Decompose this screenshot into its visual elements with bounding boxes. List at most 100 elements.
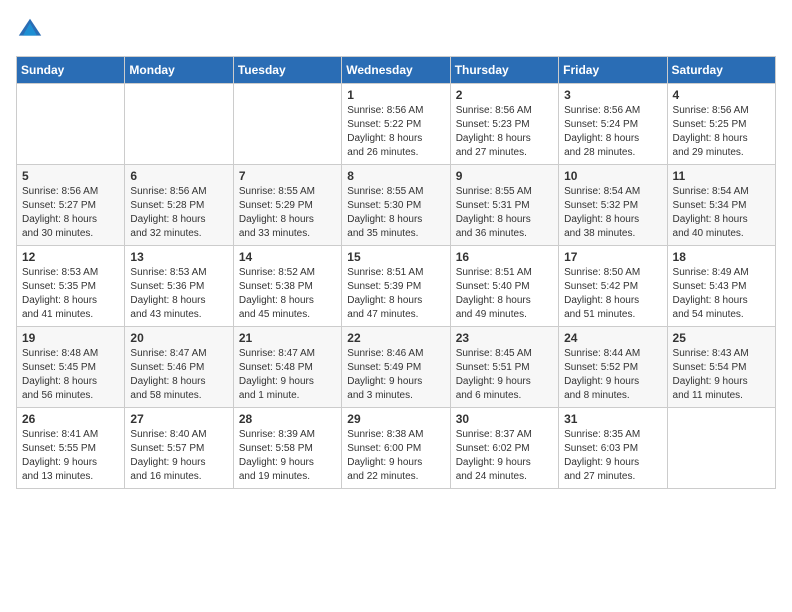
day-cell: 21Sunrise: 8:47 AM Sunset: 5:48 PM Dayli… bbox=[233, 327, 341, 408]
day-info: Sunrise: 8:47 AM Sunset: 5:48 PM Dayligh… bbox=[239, 347, 336, 403]
day-number: 4 bbox=[673, 88, 770, 102]
day-cell: 4 Sunrise: 8:56 AM Sunset: 5:25 PM Daylig… bbox=[667, 84, 775, 165]
day-number: 30 bbox=[456, 412, 553, 426]
day-info: Sunrise: 8:54 AM Sunset: 5:34 PM Dayligh… bbox=[673, 185, 770, 241]
day-info: Sunrise: 8:39 AM Sunset: 5:58 PM Dayligh… bbox=[239, 428, 336, 484]
day-info: Sunrise: 8:56 AM Sunset: 5:23 PM Dayligh… bbox=[456, 104, 553, 160]
day-cell: 6 Sunrise: 8:56 AM Sunset: 5:28 PM Daylig… bbox=[125, 165, 233, 246]
day-cell: 31 Sunrise: 8:35 AM Sunset: 6:03 PM Dayli… bbox=[559, 408, 667, 489]
day-cell bbox=[233, 84, 341, 165]
day-number: 23 bbox=[456, 331, 553, 345]
day-cell: 10 Sunrise: 8:54 AM Sunset: 5:32 PM Dayli… bbox=[559, 165, 667, 246]
day-number: 17 bbox=[564, 250, 661, 264]
day-cell: 7 Sunrise: 8:55 AM Sunset: 5:29 PM Daylig… bbox=[233, 165, 341, 246]
weekday-friday: Friday bbox=[559, 57, 667, 84]
weekday-tuesday: Tuesday bbox=[233, 57, 341, 84]
week-row-4: 19Sunrise: 8:48 AM Sunset: 5:45 PM Dayli… bbox=[17, 327, 776, 408]
day-number: 9 bbox=[456, 169, 553, 183]
day-number: 2 bbox=[456, 88, 553, 102]
day-number: 20 bbox=[130, 331, 227, 345]
day-info: Sunrise: 8:51 AM Sunset: 5:39 PM Dayligh… bbox=[347, 266, 444, 322]
day-info: Sunrise: 8:53 AM Sunset: 5:35 PM Dayligh… bbox=[22, 266, 119, 322]
day-info: Sunrise: 8:43 AM Sunset: 5:54 PM Dayligh… bbox=[673, 347, 770, 403]
day-info: Sunrise: 8:54 AM Sunset: 5:32 PM Dayligh… bbox=[564, 185, 661, 241]
day-number: 22 bbox=[347, 331, 444, 345]
weekday-monday: Monday bbox=[125, 57, 233, 84]
day-number: 12 bbox=[22, 250, 119, 264]
day-info: Sunrise: 8:55 AM Sunset: 5:29 PM Dayligh… bbox=[239, 185, 336, 241]
day-cell: 19Sunrise: 8:48 AM Sunset: 5:45 PM Dayli… bbox=[17, 327, 125, 408]
day-cell: 14 Sunrise: 8:52 AM Sunset: 5:38 PM Dayli… bbox=[233, 246, 341, 327]
day-number: 14 bbox=[239, 250, 336, 264]
logo-icon bbox=[16, 16, 44, 44]
day-cell: 9Sunrise: 8:55 AM Sunset: 5:31 PM Daylig… bbox=[450, 165, 558, 246]
day-number: 31 bbox=[564, 412, 661, 426]
day-number: 28 bbox=[239, 412, 336, 426]
day-info: Sunrise: 8:52 AM Sunset: 5:38 PM Dayligh… bbox=[239, 266, 336, 322]
day-info: Sunrise: 8:48 AM Sunset: 5:45 PM Dayligh… bbox=[22, 347, 119, 403]
weekday-wednesday: Wednesday bbox=[342, 57, 450, 84]
day-cell: 29 Sunrise: 8:38 AM Sunset: 6:00 PM Dayli… bbox=[342, 408, 450, 489]
day-cell bbox=[125, 84, 233, 165]
weekday-sunday: Sunday bbox=[17, 57, 125, 84]
day-info: Sunrise: 8:41 AM Sunset: 5:55 PM Dayligh… bbox=[22, 428, 119, 484]
day-number: 26 bbox=[22, 412, 119, 426]
day-number: 24 bbox=[564, 331, 661, 345]
day-cell: 28 Sunrise: 8:39 AM Sunset: 5:58 PM Dayli… bbox=[233, 408, 341, 489]
day-number: 10 bbox=[564, 169, 661, 183]
day-info: Sunrise: 8:56 AM Sunset: 5:22 PM Dayligh… bbox=[347, 104, 444, 160]
week-row-3: 12 Sunrise: 8:53 AM Sunset: 5:35 PM Dayli… bbox=[17, 246, 776, 327]
day-info: Sunrise: 8:46 AM Sunset: 5:49 PM Dayligh… bbox=[347, 347, 444, 403]
day-cell: 11Sunrise: 8:54 AM Sunset: 5:34 PM Dayli… bbox=[667, 165, 775, 246]
day-cell: 22 Sunrise: 8:46 AM Sunset: 5:49 PM Dayli… bbox=[342, 327, 450, 408]
weekday-saturday: Saturday bbox=[667, 57, 775, 84]
day-cell: 15 Sunrise: 8:51 AM Sunset: 5:39 PM Dayli… bbox=[342, 246, 450, 327]
day-number: 25 bbox=[673, 331, 770, 345]
day-number: 3 bbox=[564, 88, 661, 102]
weekday-thursday: Thursday bbox=[450, 57, 558, 84]
day-info: Sunrise: 8:56 AM Sunset: 5:24 PM Dayligh… bbox=[564, 104, 661, 160]
day-number: 29 bbox=[347, 412, 444, 426]
day-cell: 17 Sunrise: 8:50 AM Sunset: 5:42 PM Dayli… bbox=[559, 246, 667, 327]
day-number: 18 bbox=[673, 250, 770, 264]
logo bbox=[16, 16, 48, 44]
day-cell: 25 Sunrise: 8:43 AM Sunset: 5:54 PM Dayli… bbox=[667, 327, 775, 408]
calendar-body: 1 Sunrise: 8:56 AM Sunset: 5:22 PM Daylig… bbox=[17, 84, 776, 489]
day-number: 15 bbox=[347, 250, 444, 264]
day-cell: 1 Sunrise: 8:56 AM Sunset: 5:22 PM Daylig… bbox=[342, 84, 450, 165]
day-info: Sunrise: 8:47 AM Sunset: 5:46 PM Dayligh… bbox=[130, 347, 227, 403]
weekday-header-row: SundayMondayTuesdayWednesdayThursdayFrid… bbox=[17, 57, 776, 84]
day-info: Sunrise: 8:51 AM Sunset: 5:40 PM Dayligh… bbox=[456, 266, 553, 322]
day-info: Sunrise: 8:38 AM Sunset: 6:00 PM Dayligh… bbox=[347, 428, 444, 484]
day-info: Sunrise: 8:50 AM Sunset: 5:42 PM Dayligh… bbox=[564, 266, 661, 322]
day-cell: 12 Sunrise: 8:53 AM Sunset: 5:35 PM Dayli… bbox=[17, 246, 125, 327]
day-info: Sunrise: 8:37 AM Sunset: 6:02 PM Dayligh… bbox=[456, 428, 553, 484]
day-info: Sunrise: 8:49 AM Sunset: 5:43 PM Dayligh… bbox=[673, 266, 770, 322]
day-cell: 27Sunrise: 8:40 AM Sunset: 5:57 PM Dayli… bbox=[125, 408, 233, 489]
day-number: 6 bbox=[130, 169, 227, 183]
day-cell: 23 Sunrise: 8:45 AM Sunset: 5:51 PM Dayli… bbox=[450, 327, 558, 408]
day-info: Sunrise: 8:56 AM Sunset: 5:25 PM Dayligh… bbox=[673, 104, 770, 160]
day-cell: 16Sunrise: 8:51 AM Sunset: 5:40 PM Dayli… bbox=[450, 246, 558, 327]
day-number: 1 bbox=[347, 88, 444, 102]
day-number: 5 bbox=[22, 169, 119, 183]
day-info: Sunrise: 8:45 AM Sunset: 5:51 PM Dayligh… bbox=[456, 347, 553, 403]
day-info: Sunrise: 8:56 AM Sunset: 5:27 PM Dayligh… bbox=[22, 185, 119, 241]
day-info: Sunrise: 8:53 AM Sunset: 5:36 PM Dayligh… bbox=[130, 266, 227, 322]
day-info: Sunrise: 8:55 AM Sunset: 5:30 PM Dayligh… bbox=[347, 185, 444, 241]
day-cell: 2 Sunrise: 8:56 AM Sunset: 5:23 PM Daylig… bbox=[450, 84, 558, 165]
day-number: 8 bbox=[347, 169, 444, 183]
day-number: 13 bbox=[130, 250, 227, 264]
day-info: Sunrise: 8:40 AM Sunset: 5:57 PM Dayligh… bbox=[130, 428, 227, 484]
page-header bbox=[16, 16, 776, 44]
week-row-2: 5 Sunrise: 8:56 AM Sunset: 5:27 PM Daylig… bbox=[17, 165, 776, 246]
day-cell bbox=[667, 408, 775, 489]
day-info: Sunrise: 8:56 AM Sunset: 5:28 PM Dayligh… bbox=[130, 185, 227, 241]
calendar-table: SundayMondayTuesdayWednesdayThursdayFrid… bbox=[16, 56, 776, 489]
day-info: Sunrise: 8:44 AM Sunset: 5:52 PM Dayligh… bbox=[564, 347, 661, 403]
day-info: Sunrise: 8:35 AM Sunset: 6:03 PM Dayligh… bbox=[564, 428, 661, 484]
day-cell: 13 Sunrise: 8:53 AM Sunset: 5:36 PM Dayli… bbox=[125, 246, 233, 327]
day-cell: 8 Sunrise: 8:55 AM Sunset: 5:30 PM Daylig… bbox=[342, 165, 450, 246]
week-row-5: 26 Sunrise: 8:41 AM Sunset: 5:55 PM Dayli… bbox=[17, 408, 776, 489]
day-number: 7 bbox=[239, 169, 336, 183]
